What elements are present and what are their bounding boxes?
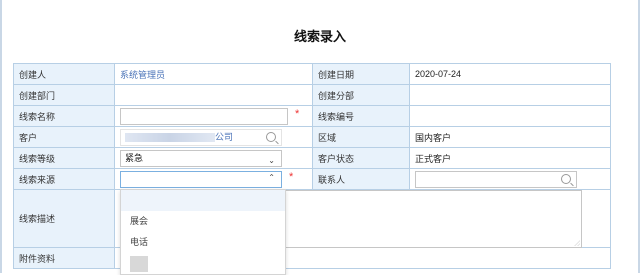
form-row-lead-level: 线索等级 紧急 ⌄ 客户状态 正式客户 [13,147,611,169]
region-value: 国内客户 [409,126,611,148]
lead-level-select[interactable]: 紧急 ⌄ [120,149,282,167]
create-date-value: 2020-07-24 [409,63,611,85]
lead-level-selected-value: 紧急 [125,152,144,163]
search-icon[interactable] [561,173,571,184]
creator-label: 创建人 [13,63,115,85]
lead-no-label: 线索编号 [312,105,410,127]
customer-name-suffix: 公司 [215,131,234,142]
lead-source-label: 线索来源 [13,168,115,190]
lead-source-dropdown: 展会 电话 [120,189,286,275]
dept-value [114,84,313,106]
lead-level-label: 线索等级 [13,147,115,169]
form-row-creator: 创建人 系统管理员 创建日期 2020-07-24 [13,63,611,85]
region-label: 区域 [312,126,410,148]
dropdown-option-phone[interactable]: 电话 [121,232,285,253]
lead-name-input[interactable] [120,107,288,125]
form-row-dept: 创建部门 创建分部 [13,84,611,106]
lead-name-label: 线索名称 [13,105,115,127]
lead-source-required-mark: * [289,171,294,183]
dept-label: 创建部门 [13,84,115,106]
lead-desc-textarea[interactable] [284,190,582,248]
form-row-attachment: 附件资料 [13,247,611,269]
contact-input[interactable] [415,170,577,188]
form-row-lead-source: 线索来源 ⌃ * 联系人 [13,168,611,190]
attachment-label: 附件资料 [13,247,115,269]
form-row-lead-name: 线索名称 * 线索编号 [13,105,611,127]
lead-source-select[interactable]: ⌃ [120,170,282,188]
lead-name-required-mark: * [295,108,300,120]
create-date-label: 创建日期 [312,63,410,85]
creator-link[interactable]: 系统管理员 [120,70,165,80]
contact-label: 联系人 [312,168,410,190]
lead-desc-label: 线索描述 [13,189,115,248]
chevron-down-icon: ⌄ [268,155,275,165]
branch-value [409,84,611,106]
resize-handle-icon[interactable] [574,240,580,246]
dropdown-option-redacted[interactable] [130,256,148,272]
page-title: 线索录入 [293,29,346,44]
chevron-up-icon: ⌃ [268,172,275,182]
branch-label: 创建分部 [312,84,410,106]
search-icon[interactable] [266,131,276,142]
customer-name-redacted [125,132,215,142]
form-row-customer: 客户 公司 区域 国内客户 [13,126,611,148]
customer-input[interactable]: 公司 [120,128,282,146]
customer-status-value: 正式客户 [409,147,611,169]
customer-label: 客户 [13,126,115,148]
dropdown-option-empty[interactable] [121,190,285,211]
dropdown-option-exhibition[interactable]: 展会 [121,211,285,232]
lead-no-value [409,105,611,127]
customer-status-label: 客户状态 [312,147,410,169]
